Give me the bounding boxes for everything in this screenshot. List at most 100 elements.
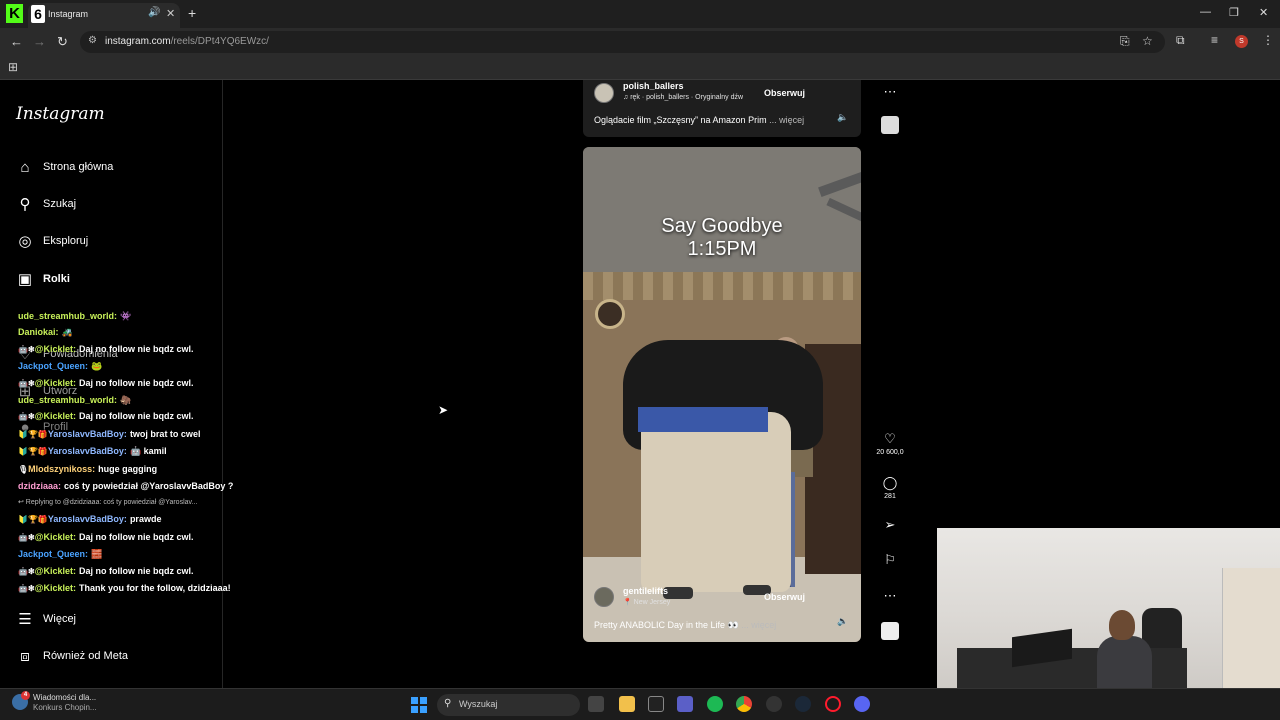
author-username[interactable]: gentilelifts: [623, 586, 668, 596]
chat-message: 🎙Mlodszynikoss: huge gagging: [18, 461, 258, 478]
browser-tab-instagram[interactable]: 6 Instagram 🔊 ✕: [28, 3, 180, 28]
reload-icon[interactable]: ↻: [57, 34, 68, 50]
chat-message: Jackpot_Queen: 🐸: [18, 358, 258, 374]
audio-label[interactable]: ♫ ręk · polish_ballers · Oryginalny dźw: [623, 94, 743, 101]
browser-menu-icon[interactable]: ⋮: [1262, 33, 1274, 47]
heart-icon: ♡: [884, 431, 896, 446]
epic-games-icon[interactable]: [648, 696, 664, 712]
chat-username[interactable]: YaroslavvBadBoy:: [48, 514, 127, 524]
minimize-icon[interactable]: —: [1200, 6, 1211, 18]
reel-caption[interactable]: Pretty ANABOLIC Day in the Life 👀 ... wi…: [594, 620, 776, 631]
profile-avatar[interactable]: S: [1235, 35, 1248, 48]
tab-close-icon[interactable]: ✕: [166, 7, 175, 20]
new-tab-button[interactable]: +: [188, 5, 196, 21]
opera-icon[interactable]: [825, 696, 841, 712]
chat-username[interactable]: Jackpot_Queen:: [18, 549, 88, 559]
chat-username[interactable]: YaroslavvBadBoy:: [48, 446, 127, 456]
follow-button[interactable]: Obserwuj: [764, 88, 805, 98]
chat-text: 👾: [120, 311, 132, 321]
chat-username[interactable]: @Kicklet:: [35, 566, 76, 576]
instagram-logo[interactable]: Instagram: [16, 104, 105, 124]
apps-grid-icon[interactable]: ⊞: [8, 60, 18, 74]
reel-card-current[interactable]: Say Goodbye 1:15PM gentilelifts 📍 New Jer…: [583, 147, 861, 642]
steam-icon[interactable]: [795, 696, 811, 712]
chat-username[interactable]: Mlodszynikoss:: [28, 464, 95, 474]
maximize-icon[interactable]: ❐: [1229, 6, 1239, 19]
chrome-icon[interactable]: [736, 696, 752, 712]
chat-username[interactable]: @Kicklet:: [35, 344, 76, 354]
forward-icon[interactable]: →: [33, 34, 46, 49]
audio-thumbnail-2[interactable]: [874, 622, 906, 640]
site-info-icon[interactable]: ⚙: [88, 35, 97, 46]
news-widget-icon[interactable]: 4: [12, 691, 30, 710]
chat-text: prawde: [129, 514, 162, 525]
chat-username[interactable]: YaroslavvBadBoy:: [48, 429, 127, 439]
search-icon: ⚲: [19, 196, 31, 213]
taskbar-search[interactable]: ⚲ Wyszukaj: [437, 694, 580, 716]
audio-thumbnail[interactable]: [874, 116, 906, 134]
windows-start-icon[interactable]: [411, 697, 427, 713]
mouse-cursor-icon: ➤: [438, 403, 449, 417]
search-icon: ⚲: [444, 698, 452, 709]
bookmarks-bar: ⊞: [0, 56, 1280, 80]
reel-caption[interactable]: Oglądacie film „Szczęsny” na Amazon Prim…: [594, 115, 804, 125]
chat-username[interactable]: ude_streamhub_world:: [18, 395, 117, 405]
chat-badges-icon: 🤖❇: [18, 584, 35, 594]
share-button[interactable]: ➢: [874, 517, 906, 533]
discord-icon[interactable]: [854, 696, 870, 712]
extensions-icon[interactable]: ⧉: [1176, 33, 1185, 48]
chat-text: Daj no follow nie bqdz cwl.: [78, 343, 194, 354]
mute-icon[interactable]: 🔈: [837, 112, 848, 123]
chat-username[interactable]: @Kicklet:: [35, 532, 76, 542]
chat-text: 🐸: [91, 361, 103, 372]
follow-button[interactable]: Obserwuj: [764, 592, 805, 602]
chat-text: Thank you for the follow, dzidziaaa!: [78, 583, 231, 594]
nav-more[interactable]: ☰ Więcej: [16, 608, 76, 630]
chat-username[interactable]: @Kicklet:: [35, 411, 76, 421]
like-button[interactable]: ♡ 20 600,0: [874, 431, 906, 456]
chat-username[interactable]: ude_streamhub_world:: [18, 311, 117, 321]
chat-username[interactable]: @Kicklet:: [35, 378, 76, 388]
address-bar[interactable]: ⚙ instagram.com/reels/DPt4YQ6EWzc/ ⎘ ☆: [80, 31, 1165, 53]
spotify-icon[interactable]: [707, 696, 723, 712]
reel-card-previous[interactable]: polish_ballers ♫ ręk · polish_ballers · …: [583, 80, 861, 137]
chat-text: huge gagging: [98, 463, 158, 474]
tab-audio-icon[interactable]: 🔊: [148, 7, 160, 18]
nav-also-from-meta[interactable]: ⧈ Również od Meta: [16, 645, 128, 667]
file-explorer-icon[interactable]: [619, 696, 635, 712]
app-icon[interactable]: [766, 696, 782, 712]
reels-icon: ▣: [17, 271, 33, 288]
wallpaper-border: [583, 272, 861, 300]
more-options-icon[interactable]: ⋯: [874, 84, 906, 100]
chat-username[interactable]: Jackpot_Queen:: [18, 361, 88, 371]
comment-button[interactable]: ◯ 281: [874, 475, 906, 500]
chat-username[interactable]: dzidziaaa:: [18, 481, 61, 491]
nav-home[interactable]: ⌂ Strona główna: [16, 156, 113, 178]
author-avatar[interactable]: [594, 587, 614, 607]
news-widget[interactable]: Wiadomości dla... Konkurs Chopin...: [33, 693, 97, 713]
author-avatar[interactable]: [594, 83, 614, 103]
teams-icon[interactable]: [677, 696, 693, 712]
chat-badges-icon: 🔰🏆🎁: [18, 447, 48, 457]
chat-username[interactable]: @Kicklet:: [35, 583, 76, 593]
media-control-icon[interactable]: ≡: [1211, 33, 1218, 47]
window-close-icon[interactable]: ✕: [1259, 6, 1268, 19]
save-button[interactable]: ⚐: [874, 552, 906, 568]
home-icon: ⌂: [20, 158, 30, 176]
menu-icon: ☰: [18, 611, 32, 628]
bookmark-star-icon[interactable]: ☆: [1142, 34, 1153, 48]
install-app-icon[interactable]: ⎘: [1120, 34, 1130, 49]
nav-search[interactable]: ⚲ Szukaj: [16, 193, 77, 215]
chat-username[interactable]: Daniokai:: [18, 327, 59, 337]
mute-icon[interactable]: 🔈: [837, 616, 848, 627]
chat-message: 🤖❇@Kicklet: Daj no follow nie bqdz cwl.: [18, 563, 258, 580]
task-view-icon[interactable]: [588, 696, 604, 712]
more-options-icon-2[interactable]: ⋯: [874, 588, 906, 604]
meta-grid-icon: ⧈: [20, 647, 30, 665]
back-icon[interactable]: ←: [10, 34, 23, 49]
kick-app-icon[interactable]: K: [6, 4, 23, 23]
location-label[interactable]: 📍 New Jersey: [623, 598, 670, 606]
nav-explore[interactable]: ◎ Eksploruj: [16, 230, 88, 252]
nav-reels[interactable]: ▣ Rolki: [16, 268, 70, 290]
author-username[interactable]: polish_ballers: [623, 81, 684, 91]
